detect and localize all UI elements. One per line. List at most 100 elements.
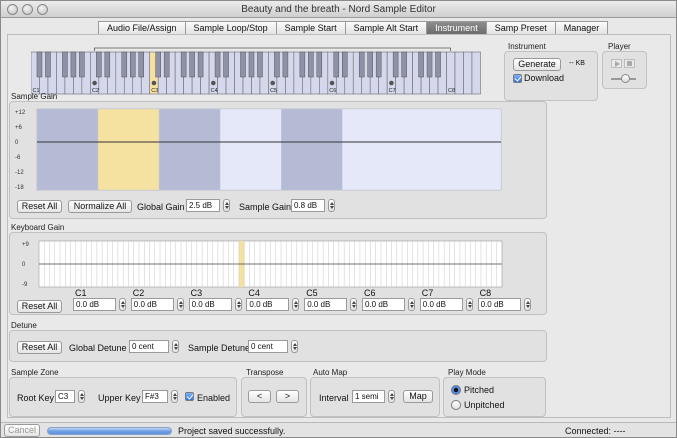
tab-sample-start[interactable]: Sample Start bbox=[275, 21, 345, 35]
black-key[interactable] bbox=[36, 51, 43, 78]
octave-gain-field[interactable]: 0.0 dB bbox=[477, 298, 521, 311]
tab-sample-loop-stop[interactable]: Sample Loop/Stop bbox=[184, 21, 276, 35]
octave-gain-field[interactable]: 0.0 dB bbox=[188, 298, 232, 311]
black-key[interactable] bbox=[367, 51, 373, 78]
black-key[interactable] bbox=[223, 51, 229, 78]
pitched-radio[interactable] bbox=[451, 385, 461, 395]
cancel-button[interactable]: Cancel bbox=[4, 424, 40, 437]
map-button[interactable]: Map bbox=[403, 390, 433, 403]
black-key[interactable] bbox=[104, 51, 111, 78]
stop-button[interactable] bbox=[624, 59, 635, 68]
tab-sample-alt-start[interactable]: Sample Alt Start bbox=[344, 21, 427, 35]
black-key[interactable] bbox=[358, 51, 365, 78]
tab-manager[interactable]: Manager bbox=[554, 21, 609, 35]
keyboard-overview[interactable]: C1 C2 C3 C4 C5 C6 C7 C8 bbox=[31, 47, 503, 95]
root-key-field[interactable]: C3 bbox=[55, 390, 75, 403]
black-key[interactable] bbox=[418, 51, 424, 78]
octave-gain-stepper[interactable] bbox=[292, 298, 300, 311]
black-key[interactable] bbox=[45, 51, 51, 78]
black-key[interactable] bbox=[214, 51, 221, 78]
gain-zone[interactable] bbox=[281, 108, 343, 191]
gain-zone[interactable] bbox=[158, 108, 221, 191]
normalize-all-button[interactable]: Normalize All bbox=[68, 200, 132, 213]
sample-detune-stepper[interactable] bbox=[291, 340, 298, 353]
black-key[interactable] bbox=[163, 51, 170, 78]
octave-gain-field[interactable]: 0.0 dB bbox=[246, 298, 290, 311]
volume-slider-thumb[interactable] bbox=[621, 74, 630, 83]
download-checkbox[interactable] bbox=[513, 74, 522, 83]
interval-field[interactable]: 1 semi bbox=[352, 390, 385, 403]
gain-zone[interactable] bbox=[36, 108, 99, 191]
black-key[interactable] bbox=[257, 51, 263, 78]
octave-gain-field[interactable]: 0.0 dB bbox=[419, 298, 463, 311]
generate-button[interactable]: Generate bbox=[513, 58, 561, 71]
sample-detune-field[interactable]: 0 cent bbox=[248, 340, 288, 353]
octave-gain-stepper[interactable] bbox=[176, 298, 184, 311]
octave-gain-stepper[interactable] bbox=[350, 298, 358, 311]
black-key[interactable] bbox=[375, 51, 382, 78]
black-key[interactable] bbox=[435, 51, 441, 78]
black-key[interactable] bbox=[155, 51, 161, 78]
global-detune-stepper[interactable] bbox=[172, 340, 179, 353]
black-key[interactable] bbox=[70, 51, 77, 78]
interval-stepper[interactable] bbox=[388, 390, 395, 403]
black-key[interactable] bbox=[138, 51, 144, 78]
tab-samp-preset[interactable]: Samp Preset bbox=[485, 21, 555, 35]
detune-reset-all-button[interactable]: Reset All bbox=[17, 341, 62, 354]
global-detune-field[interactable]: 0 cent bbox=[129, 340, 169, 353]
play-button[interactable] bbox=[611, 59, 622, 68]
black-key[interactable] bbox=[180, 51, 187, 78]
black-key[interactable] bbox=[197, 51, 204, 78]
octave-gain-field[interactable]: 0.0 dB bbox=[130, 298, 174, 311]
black-key[interactable] bbox=[308, 51, 314, 78]
octave-gain-stepper[interactable] bbox=[119, 298, 126, 311]
black-key[interactable] bbox=[299, 51, 306, 78]
sample-gain-graph[interactable]: +12 +6 0 -6 -12 -18 bbox=[10, 102, 504, 197]
black-key[interactable] bbox=[240, 51, 246, 78]
sample-gain-stepper[interactable] bbox=[328, 199, 335, 212]
tab-audio-file-assign[interactable]: Audio File/Assign bbox=[98, 21, 185, 35]
global-gain-stepper[interactable] bbox=[223, 199, 230, 212]
global-gain-field[interactable]: 2.5 dB bbox=[186, 199, 220, 212]
gain-zone[interactable] bbox=[97, 108, 160, 191]
black-key[interactable] bbox=[333, 51, 340, 78]
tab-instrument[interactable]: Instrument bbox=[426, 21, 486, 35]
black-key[interactable] bbox=[274, 51, 280, 78]
black-key[interactable] bbox=[392, 51, 399, 78]
black-key[interactable] bbox=[316, 51, 323, 78]
white-key[interactable] bbox=[463, 51, 473, 95]
sample-gain-reset-all-button[interactable]: Reset All bbox=[17, 200, 62, 213]
upper-key-field[interactable]: F#3 bbox=[142, 390, 168, 403]
black-key[interactable] bbox=[282, 51, 289, 78]
black-key[interactable] bbox=[79, 51, 85, 78]
gain-zone[interactable] bbox=[342, 108, 502, 191]
keyboard-gain-graph[interactable]: +9 0 -9 bbox=[10, 233, 504, 291]
black-key[interactable] bbox=[130, 51, 136, 78]
octave-gain-stepper[interactable] bbox=[408, 298, 415, 311]
black-key[interactable] bbox=[248, 51, 255, 78]
black-key[interactable] bbox=[121, 51, 128, 78]
octave-gain-stepper[interactable] bbox=[465, 298, 473, 311]
octave-gain-stepper[interactable] bbox=[523, 298, 531, 311]
black-key[interactable] bbox=[62, 51, 68, 78]
gain-zone[interactable] bbox=[219, 108, 282, 191]
keyboard-gain-reset-all-button[interactable]: Reset All bbox=[17, 300, 62, 313]
white-key[interactable] bbox=[454, 51, 464, 95]
octave-gain-field[interactable]: 0.0 dB bbox=[73, 298, 116, 311]
black-key[interactable] bbox=[96, 51, 102, 78]
black-key[interactable] bbox=[189, 51, 195, 78]
upper-key-stepper[interactable] bbox=[171, 390, 178, 403]
octave-gain-field[interactable]: 0.0 dB bbox=[304, 298, 348, 311]
sample-gain-field[interactable]: 0.8 dB bbox=[291, 199, 325, 212]
octave-gain-stepper[interactable] bbox=[234, 298, 242, 311]
unpitched-radio[interactable] bbox=[451, 400, 461, 410]
enabled-checkbox[interactable] bbox=[185, 392, 194, 401]
transpose-up-button[interactable]: > bbox=[276, 390, 299, 403]
root-key-stepper[interactable] bbox=[78, 390, 85, 403]
octave-gain-field[interactable]: 0.0 dB bbox=[362, 298, 405, 311]
transpose-down-button[interactable]: < bbox=[248, 390, 271, 403]
white-key[interactable] bbox=[471, 51, 481, 95]
black-key[interactable] bbox=[342, 51, 348, 78]
black-key[interactable] bbox=[401, 51, 407, 78]
black-key[interactable] bbox=[426, 51, 433, 78]
